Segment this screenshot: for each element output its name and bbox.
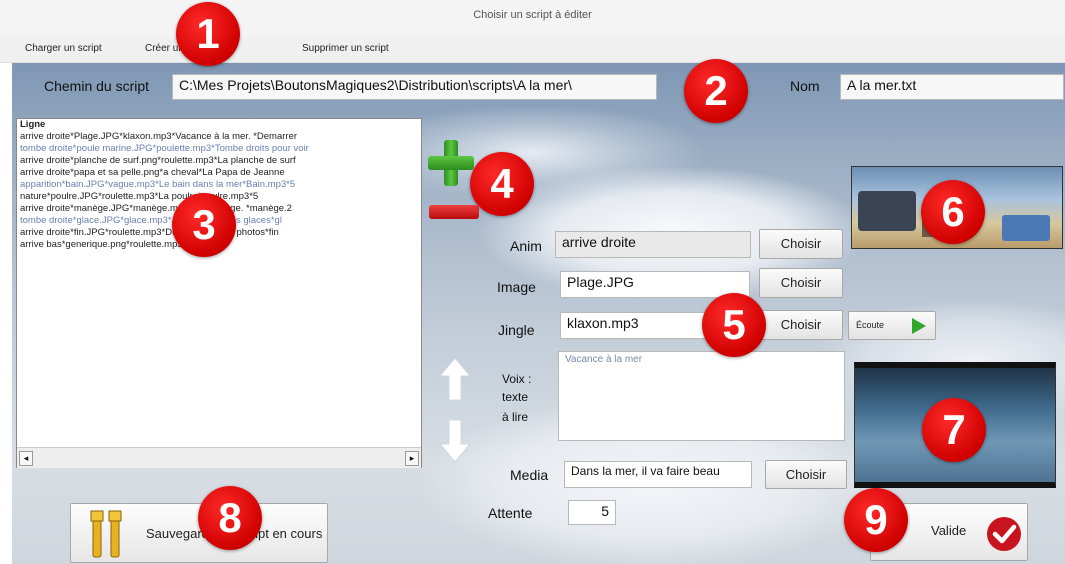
minus-icon[interactable] bbox=[429, 205, 479, 219]
title-bar: Choisir un script à éditer bbox=[0, 0, 1065, 36]
name-label: Nom bbox=[790, 78, 820, 94]
list-item[interactable]: tombe droite*poule marine.JPG*poulette.m… bbox=[17, 143, 421, 155]
arrow-down-icon[interactable] bbox=[438, 418, 472, 464]
window-title: Choisir un script à éditer bbox=[473, 9, 592, 21]
name-field[interactable]: A la mer.txt bbox=[840, 74, 1064, 100]
list-item[interactable]: arrive droite*papa et sa pelle.png*a che… bbox=[17, 167, 421, 179]
listen-button[interactable]: Écoute bbox=[848, 311, 936, 340]
check-icon bbox=[987, 517, 1021, 551]
jingle-label: Jingle bbox=[498, 322, 535, 338]
callout-4: 4 bbox=[470, 152, 534, 216]
callout-2: 2 bbox=[684, 59, 748, 123]
play-icon bbox=[912, 318, 926, 334]
wait-field[interactable]: 5 bbox=[568, 500, 616, 525]
validate-label: Valide bbox=[931, 523, 967, 538]
image-label: Image bbox=[497, 279, 536, 295]
path-field[interactable]: C:\Mes Projets\BoutonsMagiques2\Distribu… bbox=[172, 74, 657, 100]
image-field[interactable]: Plage.JPG bbox=[560, 271, 750, 298]
voice-label-3: à lire bbox=[502, 410, 529, 424]
voice-text-area[interactable]: Vacance à la mer bbox=[558, 351, 845, 441]
media-field[interactable]: Dans la mer, il va faire beau bbox=[564, 461, 752, 488]
callout-3: 3 bbox=[172, 193, 236, 257]
list-item[interactable]: arrive droite*Plage.JPG*klaxon.mp3*Vacan… bbox=[17, 131, 421, 143]
scroll-left-icon[interactable]: ◂ bbox=[19, 451, 33, 466]
jingle-choose-button[interactable]: Choisir bbox=[759, 310, 843, 340]
media-label: Media bbox=[510, 467, 549, 483]
listen-label: Écoute bbox=[856, 320, 885, 330]
callout-5: 5 bbox=[702, 293, 766, 357]
horizontal-scrollbar[interactable]: ◂ ▸ bbox=[17, 447, 421, 468]
tools-icon bbox=[90, 510, 122, 558]
voice-label-1: Voix : bbox=[502, 372, 532, 386]
plus-icon[interactable] bbox=[428, 140, 474, 186]
wait-label: Attente bbox=[488, 505, 533, 521]
script-list[interactable]: Ligne arrive droite*Plage.JPG*klaxon.mp3… bbox=[16, 118, 422, 468]
menu-delete-script[interactable]: Supprimer un script bbox=[302, 43, 389, 54]
path-label: Chemin du script bbox=[44, 78, 150, 94]
callout-9: 9 bbox=[844, 488, 908, 552]
callout-8: 8 bbox=[198, 486, 262, 550]
image-choose-button[interactable]: Choisir bbox=[759, 268, 843, 298]
menu-bar: Charger un script Créer un script Suppri… bbox=[0, 36, 1065, 63]
arrow-up-icon[interactable] bbox=[438, 356, 472, 402]
media-choose-button[interactable]: Choisir bbox=[765, 460, 847, 489]
menu-load-script[interactable]: Charger un script bbox=[25, 43, 102, 54]
voice-label-2: texte bbox=[502, 390, 529, 404]
list-item[interactable]: arrive droite*planche de surf.png*roulet… bbox=[17, 155, 421, 167]
anim-label: Anim bbox=[510, 238, 542, 254]
callout-1: 1 bbox=[176, 2, 240, 66]
script-list-header: Ligne bbox=[20, 119, 46, 130]
anim-field[interactable]: arrive droite bbox=[555, 231, 751, 258]
callout-6: 6 bbox=[921, 180, 985, 244]
callout-7: 7 bbox=[922, 398, 986, 462]
scroll-right-icon[interactable]: ▸ bbox=[405, 451, 419, 466]
list-item[interactable]: apparition*bain.JPG*vague.mp3*Le bain da… bbox=[17, 179, 421, 191]
anim-choose-button[interactable]: Choisir bbox=[759, 229, 843, 259]
